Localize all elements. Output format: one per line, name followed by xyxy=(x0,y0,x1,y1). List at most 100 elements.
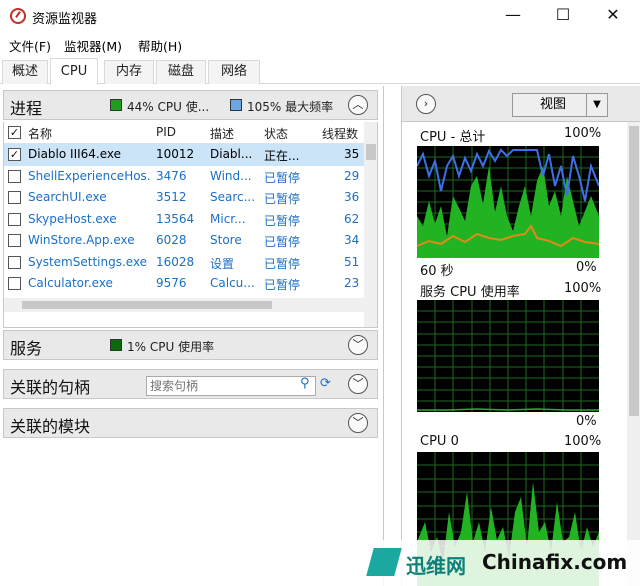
table-row[interactable]: WinStore.App.exe 6028 Store 已暂停 34 xyxy=(4,230,364,252)
table-row[interactable]: ShellExperienceHos... 3476 Wind... 已暂停 29 xyxy=(4,166,364,188)
cell-status: 已暂停 xyxy=(264,256,301,271)
row-checkbox[interactable] xyxy=(8,212,21,226)
maximize-button[interactable]: ☐ xyxy=(540,0,586,32)
tab-strip: 概述 CPU 内存 磁盘 网络 xyxy=(0,58,640,85)
view-button[interactable]: 视图 xyxy=(512,93,594,117)
cell-threads: 23 xyxy=(344,276,360,290)
graph-cpu0-title: CPU 0 xyxy=(420,434,459,449)
window-title: 资源监视器 xyxy=(32,12,98,27)
column-threads[interactable]: 线程数 xyxy=(322,125,358,142)
menu-monitor[interactable]: 监视器(M) xyxy=(64,36,122,55)
graph-cpu-total-min: 0% xyxy=(576,260,597,275)
cell-status: 正在... xyxy=(264,149,300,163)
graph-service-cpu-min: 0% xyxy=(576,414,597,429)
row-checkbox[interactable] xyxy=(8,234,21,247)
table-row[interactable]: SearchUI.exe 3512 Searc... 已暂停 36 xyxy=(4,187,364,209)
cell-desc: Calcu... xyxy=(210,276,255,290)
cell-threads: 51 xyxy=(344,254,360,269)
cpu-usage-text: 44% CPU 使... xyxy=(127,100,210,114)
table-row[interactable]: SkypeHost.exe 13564 Micr... 已暂停 62 xyxy=(4,209,364,231)
services-legend-swatch xyxy=(110,339,122,351)
title-bar: 资源监视器 — ☐ ✕ xyxy=(0,0,640,32)
graph-cpu-total-title: CPU - 总计 xyxy=(420,130,486,145)
menu-help[interactable]: 帮助(H) xyxy=(138,36,182,55)
tab-overview[interactable]: 概述 xyxy=(2,60,48,84)
row-checkbox[interactable] xyxy=(8,191,21,204)
cell-desc: Wind... xyxy=(210,168,252,183)
expand-services-icon[interactable]: ﹀ xyxy=(348,335,368,355)
column-name[interactable]: 名称 xyxy=(28,125,52,142)
menu-file[interactable]: 文件(F) xyxy=(9,36,51,55)
cell-pid: 9576 xyxy=(156,276,187,290)
column-pid[interactable]: PID xyxy=(156,125,176,139)
processes-header[interactable]: 进程 44% CPU 使... 105% 最大频率 ︿ xyxy=(3,90,378,120)
watermark-brand-cn: 迅维网 xyxy=(406,554,466,578)
cell-pid: 16028 xyxy=(156,254,195,269)
cell-pid: 6028 xyxy=(156,233,187,247)
graphs-header: › 视图 ▼ xyxy=(402,86,640,122)
cell-name: SearchUI.exe xyxy=(28,190,107,204)
handles-header[interactable]: 关联的句柄 ⚲ ⟳ ﹀ xyxy=(3,369,378,399)
table-row[interactable]: SystemSettings.exe 16028 设置 已暂停 51 xyxy=(4,252,364,274)
cell-threads: 62 xyxy=(344,211,360,226)
vertical-scrollbar[interactable] xyxy=(364,122,377,327)
tab-network[interactable]: 网络 xyxy=(208,60,260,84)
cell-threads: 29 xyxy=(344,168,360,183)
view-dropdown-arrow-icon[interactable]: ▼ xyxy=(586,93,608,117)
modules-header[interactable]: 关联的模块 ﹀ xyxy=(3,408,378,438)
cell-desc: Store xyxy=(210,233,242,247)
cell-status: 已暂停 xyxy=(264,278,301,292)
table-row[interactable]: ✓ Diablo III64.exe 10012 Diabl... 正在... 35 xyxy=(4,144,364,166)
row-checkbox[interactable] xyxy=(8,169,21,183)
vertical-scroll-thumb[interactable] xyxy=(366,144,376,160)
cell-status: 已暂停 xyxy=(264,170,301,185)
cell-pid: 3512 xyxy=(156,190,187,204)
row-checkbox[interactable]: ✓ xyxy=(8,148,21,161)
expand-modules-icon[interactable]: ﹀ xyxy=(348,413,368,433)
minimize-button[interactable]: — xyxy=(490,0,536,32)
row-checkbox[interactable] xyxy=(8,255,21,269)
graphs-scroll-thumb[interactable] xyxy=(629,126,639,416)
refresh-icon[interactable]: ⟳ xyxy=(320,376,331,391)
column-status[interactable]: 状态 xyxy=(264,125,288,142)
watermark: 迅维网 Chinafix.com xyxy=(360,540,640,586)
processes-title: 进程 xyxy=(10,99,43,118)
watermark-brand-en: Chinafix.com xyxy=(482,550,628,574)
cell-name: Diablo III64.exe xyxy=(28,147,122,161)
search-handles-input[interactable] xyxy=(146,376,316,396)
column-description[interactable]: 描述 xyxy=(210,125,234,142)
service-cpu-graph xyxy=(417,300,599,412)
graph-service-cpu-title: 服务 CPU 使用率 xyxy=(420,285,520,300)
table-header: ✓ 名称 PID 描述 状态 线程数 xyxy=(4,122,364,144)
collapse-processes-icon[interactable]: ︿ xyxy=(348,95,368,115)
cell-threads: 34 xyxy=(344,233,360,247)
cell-name: ShellExperienceHos... xyxy=(28,168,152,183)
tab-memory[interactable]: 内存 xyxy=(104,60,154,84)
graphs-column: CPU - 总计 100% 60 秒 0% 服务 CPU 使用率 100% 0%… xyxy=(412,124,608,586)
services-title: 服务 xyxy=(10,339,43,358)
resource-monitor-icon xyxy=(10,8,26,24)
table-row[interactable]: Calculator.exe 9576 Calcu... 已暂停 23 xyxy=(4,273,364,295)
cell-pid: 10012 xyxy=(156,147,195,161)
expand-handles-icon[interactable]: ﹀ xyxy=(348,374,368,394)
close-button[interactable]: ✕ xyxy=(590,0,636,32)
services-header[interactable]: 服务 1% CPU 使用率 ﹀ xyxy=(3,330,378,360)
process-table: ✓ 名称 PID 描述 状态 线程数 ✓ Diablo III64.exe 1001… xyxy=(3,122,378,328)
search-icon[interactable]: ⚲ xyxy=(300,376,310,391)
cell-desc: Searc... xyxy=(210,190,256,204)
cell-desc: Diabl... xyxy=(210,147,253,161)
graph-cpu-total-timespan: 60 秒 xyxy=(420,264,454,279)
tab-cpu[interactable]: CPU xyxy=(50,58,98,85)
cell-desc: Micr... xyxy=(210,211,246,226)
horizontal-scroll-thumb[interactable] xyxy=(22,301,272,309)
max-frequency-legend-swatch xyxy=(230,99,242,111)
horizontal-scrollbar[interactable] xyxy=(4,298,364,312)
row-checkbox[interactable] xyxy=(8,277,21,290)
graphs-scrollbar[interactable] xyxy=(627,122,640,586)
menu-bar: 文件(F) 监视器(M) 帮助(H) xyxy=(0,32,640,56)
collapse-graphs-icon[interactable]: › xyxy=(416,94,436,114)
select-all-checkbox[interactable]: ✓ xyxy=(8,126,21,139)
tab-disk[interactable]: 磁盘 xyxy=(156,60,206,84)
handles-title: 关联的句柄 xyxy=(10,378,91,397)
cell-status: 已暂停 xyxy=(264,235,301,249)
